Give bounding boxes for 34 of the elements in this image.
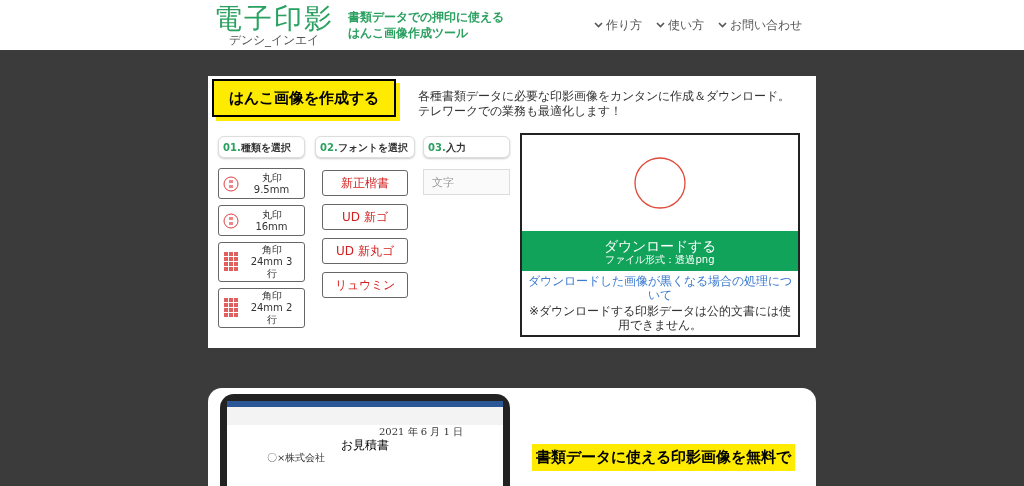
chevron-down-icon (594, 22, 603, 28)
stamp-type-button[interactable]: 丸印 9.5mm (218, 168, 305, 199)
chevron-down-icon (718, 22, 727, 28)
font-button[interactable]: 新正楷書 (322, 170, 408, 196)
stamp-type-button[interactable]: 角印 24mm 3 行 (218, 242, 305, 282)
font-button[interactable]: UD 新丸ゴ (322, 238, 408, 264)
help-link[interactable]: ダウンロードした画像が黒くなる場合の処理について (522, 274, 798, 302)
stamp-preview-circle (634, 157, 686, 209)
document-date: 2021 年 6 月 1 日 (378, 426, 463, 438)
tagline-text: 書類データでの押印に使える (348, 9, 504, 25)
nav-link[interactable]: お問い合わせ (718, 16, 802, 34)
tagline-text: はんこ画像作成ツール (348, 25, 469, 41)
stamp-type-button[interactable]: 丸印 16mm (218, 205, 305, 236)
stamp-type-button[interactable]: 角印 24mm 2 行 (218, 288, 305, 328)
font-button[interactable]: UD 新ゴ (322, 204, 408, 230)
nav-link[interactable]: 使い方 (656, 16, 704, 34)
font-button[interactable]: リュウミン (322, 272, 408, 298)
step-label: 03.入力 (423, 136, 510, 158)
document-title: お見積書 (341, 438, 389, 452)
text-input-field[interactable]: 文字 (423, 169, 510, 195)
step-label: 02.フォントを選択 (315, 136, 415, 158)
nav-link[interactable]: 作り方 (594, 16, 642, 34)
step-label: 01.種類を選択 (218, 136, 305, 158)
square-stamp-icon (223, 251, 239, 273)
chevron-down-icon (656, 22, 665, 28)
square-stamp-icon (223, 297, 239, 319)
description-text: 各種書類データに必要な印影画像をカンタンに作成＆ダウンロード。 (418, 89, 790, 104)
logo-reading: デンシ_インエイ (229, 33, 319, 47)
usage-note: ※ダウンロードする印影データは公的文書には使用できません。 (527, 304, 793, 334)
description-text: テレワークでの業務も最適化します！ (418, 104, 623, 119)
feature-headline: 書類データに使える印影画像を無料で (531, 444, 795, 471)
document-company: 〇×株式会社 (267, 452, 327, 464)
round-stamp-icon (223, 212, 239, 229)
round-stamp-icon (223, 175, 239, 192)
